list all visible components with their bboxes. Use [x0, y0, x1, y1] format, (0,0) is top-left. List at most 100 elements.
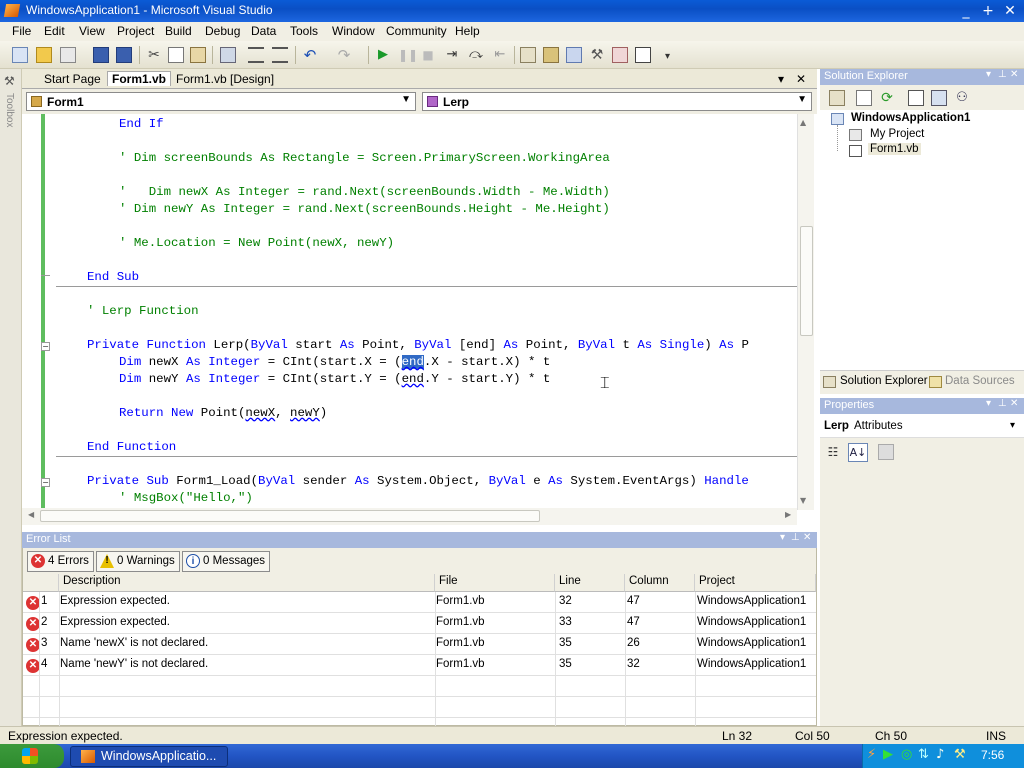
copy-icon[interactable]: [168, 47, 184, 63]
chevron-down-icon[interactable]: ▾: [1010, 420, 1015, 431]
vertical-scroll-thumb[interactable]: [800, 226, 813, 336]
properties-object-selector[interactable]: Lerp Attributes ▾: [820, 414, 1024, 438]
toolbox-icon[interactable]: ⚒: [589, 47, 605, 63]
start-debugging-icon[interactable]: ▶: [375, 47, 391, 63]
vertical-scrollbar[interactable]: ▲ ▼: [797, 114, 814, 510]
tray-play-icon[interactable]: ▶: [883, 747, 893, 762]
comment-icon[interactable]: [248, 47, 264, 63]
solution-explorer-icon[interactable]: [520, 47, 536, 63]
view-code-icon[interactable]: [908, 90, 924, 106]
method-name-dropdown[interactable]: Lerp ▼: [422, 92, 812, 111]
menu-help[interactable]: Help: [455, 24, 480, 38]
pin-dropdown-icon[interactable]: ▾: [986, 69, 991, 80]
menu-debug[interactable]: Debug: [205, 24, 240, 38]
horizontal-scroll-thumb[interactable]: [40, 510, 540, 522]
menu-community[interactable]: Community: [386, 24, 447, 38]
table-row[interactable]: ✕ 3 Name 'newX' is not declared. Form1.v…: [23, 634, 816, 655]
close-panel-icon[interactable]: ✕: [1010, 398, 1018, 409]
add-item-icon[interactable]: [60, 47, 76, 63]
view-designer-icon[interactable]: [931, 90, 947, 106]
paste-icon[interactable]: [190, 47, 206, 63]
menu-tools[interactable]: Tools: [290, 24, 318, 38]
class-name-dropdown[interactable]: Form1 ▼: [26, 92, 416, 111]
tree-item-project[interactable]: WindowsApplication1: [851, 112, 970, 124]
object-browser-icon[interactable]: [566, 47, 582, 63]
menu-data[interactable]: Data: [251, 24, 276, 38]
tab-start-page[interactable]: Start Page: [44, 72, 101, 86]
menu-view[interactable]: View: [79, 24, 105, 38]
menu-window[interactable]: Window: [332, 24, 375, 38]
column-header-column[interactable]: Column: [625, 574, 695, 592]
save-icon[interactable]: [93, 47, 109, 63]
scroll-up-icon[interactable]: ▲: [800, 118, 811, 128]
class-diagram-icon[interactable]: ⚇: [954, 90, 970, 106]
column-header-description[interactable]: Description: [59, 574, 435, 592]
auto-hide-pin-icon[interactable]: ⊥: [791, 532, 800, 543]
property-pages-icon[interactable]: [878, 444, 894, 460]
close-button[interactable]: ✕: [1001, 3, 1019, 19]
close-panel-icon[interactable]: ✕: [1010, 69, 1018, 80]
undo-icon[interactable]: ↶: [302, 47, 318, 63]
tray-tool-icon[interactable]: ⚒: [954, 747, 966, 762]
step-over-icon[interactable]: ⤼: [468, 47, 484, 63]
maximize-button[interactable]: +: [979, 3, 997, 19]
errors-filter-button[interactable]: ✕ 4 Errors: [27, 551, 94, 572]
start-page-icon[interactable]: [612, 47, 628, 63]
tray-volume-icon[interactable]: ♪: [936, 747, 944, 762]
collapse-region-icon[interactable]: −: [41, 478, 50, 487]
tab-solution-explorer[interactable]: Solution Explorer: [840, 375, 928, 387]
menu-file[interactable]: File: [12, 24, 31, 38]
alphabetical-icon[interactable]: A↓: [848, 443, 868, 462]
warnings-filter-button[interactable]: ! 0 Warnings: [96, 551, 180, 572]
tray-network-icon[interactable]: ⇅: [918, 747, 929, 762]
start-button[interactable]: [0, 744, 64, 768]
menu-project[interactable]: Project: [117, 24, 154, 38]
close-panel-icon[interactable]: ✕: [803, 532, 811, 543]
refresh-icon[interactable]: ⟳: [879, 90, 895, 106]
cut-icon[interactable]: ✂: [146, 47, 162, 63]
open-folder-icon[interactable]: [36, 47, 52, 63]
horizontal-scrollbar[interactable]: ◀ ▶: [22, 508, 797, 525]
column-header-project[interactable]: Project: [695, 574, 816, 592]
minimize-button[interactable]: _: [957, 3, 975, 19]
menu-edit[interactable]: Edit: [44, 24, 65, 38]
messages-filter-button[interactable]: i0 Messages: [182, 551, 271, 572]
save-all-icon[interactable]: [116, 47, 132, 63]
toolbox-label[interactable]: Toolbox: [4, 93, 15, 127]
break-all-icon[interactable]: ❚❚: [398, 47, 418, 63]
tab-form1-design[interactable]: Form1.vb [Design]: [176, 72, 274, 86]
column-header-file[interactable]: File: [435, 574, 555, 592]
menu-build[interactable]: Build: [165, 24, 192, 38]
pin-dropdown-icon[interactable]: ▾: [780, 532, 785, 543]
table-row[interactable]: ✕ 2 Expression expected. Form1.vb 33 47 …: [23, 613, 816, 634]
tray-record-icon[interactable]: ◎: [901, 747, 912, 762]
other-windows-icon[interactable]: [635, 47, 651, 63]
find-icon[interactable]: [220, 47, 236, 63]
collapse-region-icon[interactable]: −: [41, 342, 50, 351]
toolbar-options-chevron-icon[interactable]: ▾: [665, 47, 681, 63]
scroll-right-icon[interactable]: ▶: [785, 510, 791, 519]
column-header-line[interactable]: Line: [555, 574, 625, 592]
new-project-icon[interactable]: [12, 47, 28, 63]
step-out-icon[interactable]: ⇤: [492, 47, 508, 63]
properties-window-icon[interactable]: [543, 47, 559, 63]
toolbox-strip[interactable]: ⚒ Toolbox: [0, 69, 22, 726]
tray-app-icon[interactable]: ⚡: [867, 747, 876, 762]
tree-item-my-project[interactable]: My Project: [870, 128, 924, 140]
scroll-left-icon[interactable]: ◀: [28, 510, 34, 519]
tree-item-form1-vb[interactable]: Form1.vb: [868, 143, 921, 155]
column-header-sort[interactable]: [23, 574, 59, 592]
table-row[interactable]: ✕ 1 Expression expected. Form1.vb 32 47 …: [23, 592, 816, 613]
table-row[interactable]: ✕ 4 Name 'newY' is not declared. Form1.v…: [23, 655, 816, 676]
scroll-down-icon[interactable]: ▼: [800, 496, 811, 506]
step-into-icon[interactable]: ⇥: [444, 47, 460, 63]
close-document-icon[interactable]: ✕: [796, 72, 806, 86]
pin-dropdown-icon[interactable]: ▾: [986, 398, 991, 409]
categorized-icon[interactable]: ☷: [825, 444, 841, 460]
tray-clock[interactable]: 7:56: [981, 748, 1004, 762]
taskbar-app-button[interactable]: WindowsApplicatio...: [70, 746, 228, 767]
active-files-dropdown-icon[interactable]: ▾: [778, 72, 784, 86]
tab-data-sources[interactable]: Data Sources: [945, 375, 1015, 387]
show-all-files-icon[interactable]: [856, 90, 872, 106]
redo-icon[interactable]: ↷: [336, 47, 352, 63]
